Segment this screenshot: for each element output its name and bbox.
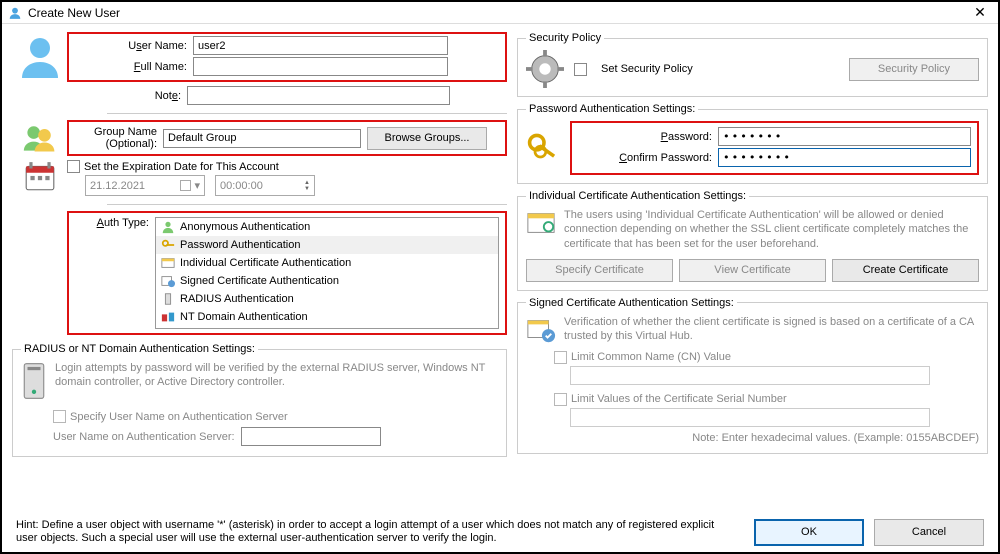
key-icon	[526, 130, 562, 166]
security-policy-group: Security Policy Set Security Policy Secu…	[517, 32, 988, 97]
username-fullname-box: User Name: Full Name:	[67, 32, 507, 82]
time-spinner[interactable]: ▲▼	[304, 180, 310, 192]
user-icon	[8, 6, 22, 20]
fullname-input[interactable]	[193, 57, 448, 76]
password-auth-group: Password Authentication Settings: Passwo…	[517, 103, 988, 184]
security-policy-button: Security Policy	[849, 58, 979, 81]
close-button[interactable]: ✕	[968, 4, 992, 22]
group-icon	[12, 123, 67, 153]
limit-sn-checkbox	[554, 393, 567, 406]
auth-option-nt[interactable]: NT Domain Authentication	[156, 308, 498, 326]
individual-cert-group: Individual Certificate Authentication Se…	[517, 190, 988, 291]
note-input[interactable]	[187, 86, 450, 105]
create-certificate-button[interactable]: Create Certificate	[832, 259, 979, 282]
auth-type-box: Auth Type: Anonymous AuthenticationPassw…	[67, 211, 507, 335]
cancel-button[interactable]: Cancel	[874, 519, 984, 546]
ok-button[interactable]: OK	[754, 519, 864, 546]
limit-cn-checkbox	[554, 351, 567, 364]
window-title: Create New User	[28, 6, 968, 20]
expiration-checkbox[interactable]	[67, 160, 80, 173]
separator	[107, 113, 507, 114]
specify-username-checkbox	[53, 410, 66, 423]
radius-group: RADIUS or NT Domain Authentication Setti…	[12, 343, 507, 457]
expiration-date-input[interactable]: 21.12.2021 ▾	[85, 175, 205, 196]
password-fields-box: Password: Confirm Password:	[570, 121, 979, 175]
limit-sn-input	[570, 408, 930, 427]
signed-cert-icon	[526, 315, 556, 345]
password-input[interactable]	[718, 127, 971, 146]
auth-option-anon[interactable]: Anonymous Authentication	[156, 218, 498, 236]
username-input[interactable]	[193, 36, 448, 55]
create-user-dialog: Create New User ✕ User Name: Full	[0, 0, 1000, 554]
user-person-icon	[12, 32, 67, 80]
auth-option-radius[interactable]: RADIUS Authentication	[156, 290, 498, 308]
browse-groups-button[interactable]: Browse Groups...	[367, 127, 487, 150]
group-name-input[interactable]	[163, 129, 361, 148]
specify-certificate-button: Specify Certificate	[526, 259, 673, 282]
limit-cn-input	[570, 366, 930, 385]
titlebar: Create New User ✕	[2, 2, 998, 24]
auth-type-list[interactable]: Anonymous AuthenticationPassword Authent…	[155, 217, 499, 329]
auth-option-pwd[interactable]: Password Authentication	[156, 236, 498, 254]
signed-cert-group: Signed Certificate Authentication Settin…	[517, 297, 988, 454]
auth-option-cert[interactable]: Individual Certificate Authentication	[156, 254, 498, 272]
footer-hint: Hint: Define a user object with username…	[16, 519, 738, 547]
view-certificate-button: View Certificate	[679, 259, 826, 282]
auth-option-signed[interactable]: Signed Certificate Authentication	[156, 272, 498, 290]
server-icon	[21, 361, 47, 404]
separator	[107, 204, 507, 205]
expiration-time-input[interactable]: 00:00:00 ▲▼	[215, 175, 315, 196]
set-security-checkbox[interactable]	[574, 63, 587, 76]
radius-username-input	[241, 427, 381, 446]
calendar-icon	[12, 160, 67, 194]
group-box: Group Name(Optional): Browse Groups...	[67, 120, 507, 156]
gear-icon	[526, 50, 564, 88]
dropdown-icon: ▾	[180, 179, 200, 192]
confirm-password-input[interactable]	[718, 148, 971, 167]
certificate-icon	[526, 208, 556, 238]
